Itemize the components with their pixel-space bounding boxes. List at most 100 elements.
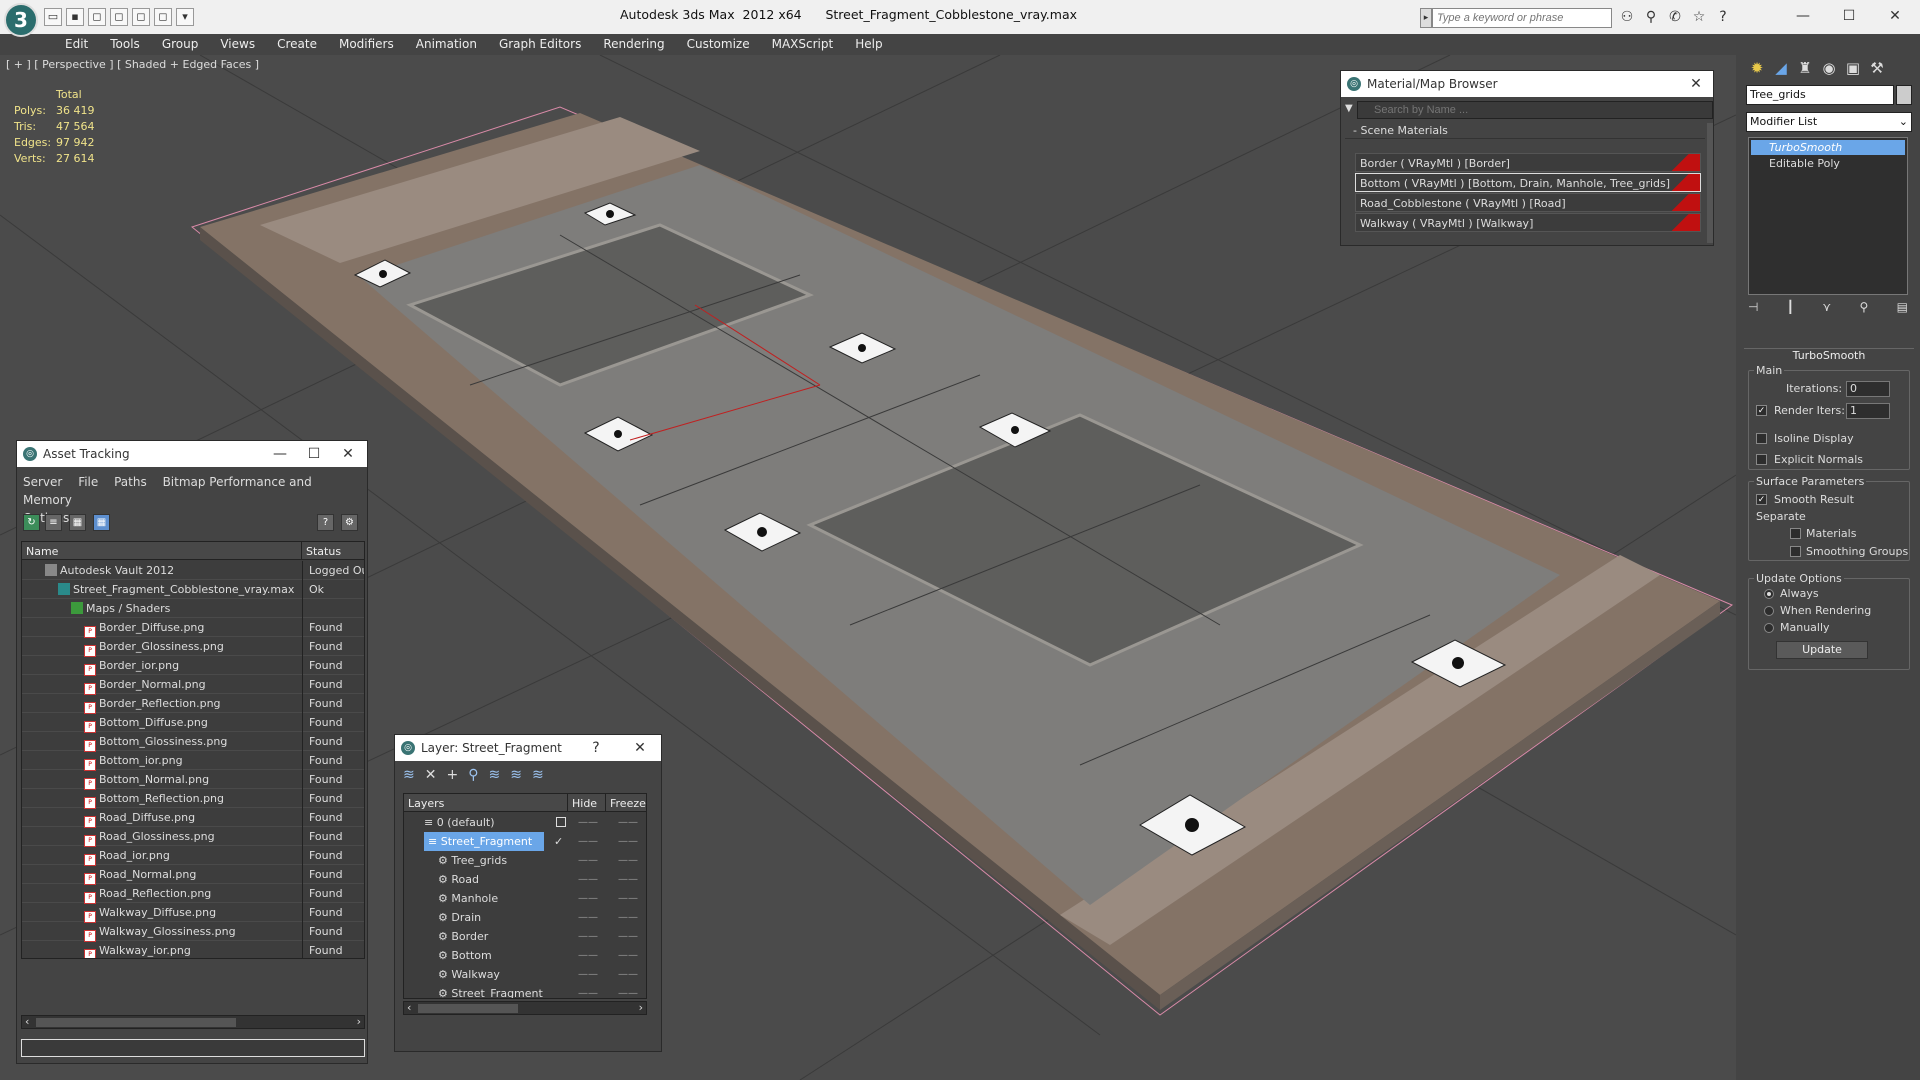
- freeze-toggle[interactable]: ——: [618, 965, 638, 984]
- create-layer-icon[interactable]: ≋: [403, 767, 415, 783]
- create-tab-icon[interactable]: ✹: [1746, 57, 1768, 79]
- menu-maxscript[interactable]: MAXScript: [761, 34, 845, 54]
- render-iters-checkbox[interactable]: ✓: [1756, 405, 1767, 416]
- display-tab-icon[interactable]: ▣: [1842, 57, 1864, 79]
- hide-toggle[interactable]: ——: [578, 927, 598, 946]
- scroll-thumb[interactable]: [418, 1004, 518, 1013]
- material-item[interactable]: Bottom ( VRayMtl ) [Bottom, Drain, Manho…: [1355, 173, 1701, 192]
- asset-row[interactable]: P Bottom_Normal.png Found: [22, 770, 364, 790]
- asset-row[interactable]: P Walkway_Glossiness.png Found: [22, 922, 364, 942]
- asset-horizontal-scrollbar[interactable]: ‹ ›: [21, 1015, 365, 1029]
- options-icon[interactable]: ⚙: [341, 514, 358, 531]
- hold-icon[interactable]: ◻: [154, 8, 172, 26]
- menu-help[interactable]: Help: [844, 34, 893, 54]
- asset-row[interactable]: P Bottom_Reflection.png Found: [22, 789, 364, 809]
- project-icon[interactable]: ◻: [132, 8, 150, 26]
- redo-icon[interactable]: ◻: [110, 8, 128, 26]
- asset-row[interactable]: P Bottom_ior.png Found: [22, 751, 364, 771]
- layer-row[interactable]: ⚙ Road —— ——: [404, 870, 646, 889]
- scroll-left-icon[interactable]: ‹: [25, 1015, 29, 1028]
- column-header-freeze[interactable]: Freeze: [606, 794, 646, 812]
- close-icon[interactable]: ✕: [1681, 75, 1711, 93]
- column-header-layers[interactable]: Layers: [404, 794, 568, 812]
- asset-row[interactable]: P Road_ior.png Found: [22, 846, 364, 866]
- asset-row[interactable]: P Road_Reflection.png Found: [22, 884, 364, 904]
- stack-item-turbosmooth[interactable]: TurboSmooth: [1751, 140, 1905, 155]
- menu-tools[interactable]: Tools: [99, 34, 151, 54]
- make-unique-icon[interactable]: ⋎: [1822, 300, 1831, 322]
- binoculars-icon[interactable]: ⚇: [1618, 8, 1636, 26]
- freeze-all-icon[interactable]: ≋: [532, 767, 544, 783]
- always-radio[interactable]: [1764, 589, 1774, 599]
- hide-toggle[interactable]: ——: [578, 908, 598, 927]
- close-icon[interactable]: ✕: [625, 739, 655, 757]
- select-in-layer-icon[interactable]: ⚲: [468, 767, 478, 783]
- asset-row[interactable]: P Bottom_Glossiness.png Found: [22, 732, 364, 752]
- menu-create[interactable]: Create: [266, 34, 328, 54]
- material-item[interactable]: Walkway ( VRayMtl ) [Walkway]: [1355, 213, 1701, 232]
- menu-views[interactable]: Views: [209, 34, 266, 54]
- asset-row[interactable]: P Road_Glossiness.png Found: [22, 827, 364, 847]
- search-expand-icon[interactable]: ▸: [1420, 8, 1432, 28]
- browser-options-icon[interactable]: ▼: [1345, 103, 1353, 114]
- layer-horizontal-scrollbar[interactable]: ‹ ›: [403, 1001, 647, 1015]
- minimize-icon[interactable]: —: [265, 445, 295, 463]
- layer-titlebar[interactable]: ◎ Layer: Street_Fragment: [395, 735, 661, 761]
- delete-layer-icon[interactable]: ✕: [425, 767, 437, 783]
- highlight-layer-icon[interactable]: ≋: [488, 767, 500, 783]
- save-icon[interactable]: ▪: [66, 8, 84, 26]
- table-view-icon[interactable]: ▦: [93, 514, 110, 531]
- material-browser-titlebar[interactable]: ◎ Material/Map Browser: [1341, 71, 1713, 97]
- app-logo-icon[interactable]: 3: [4, 3, 38, 37]
- asset-row[interactable]: P Border_Normal.png Found: [22, 675, 364, 695]
- add-to-layer-icon[interactable]: +: [446, 767, 458, 783]
- menu-server[interactable]: Server: [23, 475, 62, 489]
- scroll-right-icon[interactable]: ›: [639, 1001, 643, 1014]
- hide-toggle[interactable]: ——: [578, 946, 598, 965]
- show-end-result-icon[interactable]: ┃: [1787, 300, 1794, 322]
- hide-toggle[interactable]: ——: [578, 984, 598, 998]
- freeze-toggle[interactable]: ——: [618, 984, 638, 998]
- asset-row[interactable]: P Border_Diffuse.png Found: [22, 618, 364, 638]
- scene-materials-group[interactable]: - Scene Materials: [1345, 123, 1705, 139]
- open-icon[interactable]: ▭: [44, 8, 62, 26]
- freeze-toggle[interactable]: ——: [618, 870, 638, 889]
- when-rendering-radio[interactable]: [1764, 606, 1774, 616]
- list-view-icon[interactable]: ≡: [45, 514, 62, 531]
- favorites-star-icon[interactable]: ☆: [1690, 8, 1708, 26]
- menu-file[interactable]: File: [78, 475, 98, 489]
- menu-animation[interactable]: Animation: [405, 34, 488, 54]
- motion-tab-icon[interactable]: ◉: [1818, 57, 1840, 79]
- freeze-toggle[interactable]: ——: [618, 889, 638, 908]
- asset-row[interactable]: Maps / Shaders: [22, 599, 364, 618]
- object-name-field[interactable]: Tree_grids: [1746, 85, 1894, 105]
- hide-toggle[interactable]: ——: [578, 870, 598, 889]
- communication-icon[interactable]: ✆: [1666, 8, 1684, 26]
- isoline-checkbox[interactable]: [1756, 433, 1767, 444]
- thumbnail-view-icon[interactable]: ▦: [69, 514, 86, 531]
- undo-icon[interactable]: ◻: [88, 8, 106, 26]
- material-search-input[interactable]: [1357, 101, 1713, 119]
- maximize-icon[interactable]: ☐: [299, 445, 329, 463]
- layer-row[interactable]: ≡ 0 (default) —— ——: [404, 813, 646, 832]
- layer-row[interactable]: ⚙ Bottom —— ——: [404, 946, 646, 965]
- asset-row[interactable]: Autodesk Vault 2012 Logged Out: [22, 561, 364, 580]
- update-button[interactable]: Update: [1776, 641, 1868, 659]
- menu-group[interactable]: Group: [151, 34, 210, 54]
- asset-row[interactable]: P Walkway_ior.png Found: [22, 941, 364, 958]
- hide-toggle[interactable]: ——: [578, 851, 598, 870]
- layer-row[interactable]: ⚙ Street_Fragment —— ——: [404, 984, 646, 998]
- refresh-icon[interactable]: ↻: [23, 514, 40, 531]
- menu-modifiers[interactable]: Modifiers: [328, 34, 405, 54]
- hide-toggle[interactable]: ——: [578, 813, 598, 832]
- menu-rendering[interactable]: Rendering: [592, 34, 675, 54]
- maximize-icon[interactable]: ☐: [1826, 4, 1872, 28]
- menu-edit[interactable]: Edit: [54, 34, 99, 54]
- material-scrollbar[interactable]: [1707, 123, 1713, 243]
- stack-item-editable-poly[interactable]: Editable Poly: [1751, 156, 1905, 171]
- column-header-status[interactable]: Status: [302, 542, 364, 560]
- asset-row[interactable]: P Border_Glossiness.png Found: [22, 637, 364, 657]
- configure-sets-icon[interactable]: ▤: [1897, 300, 1908, 322]
- asset-row[interactable]: P Road_Normal.png Found: [22, 865, 364, 885]
- column-header-hide[interactable]: Hide: [568, 794, 606, 812]
